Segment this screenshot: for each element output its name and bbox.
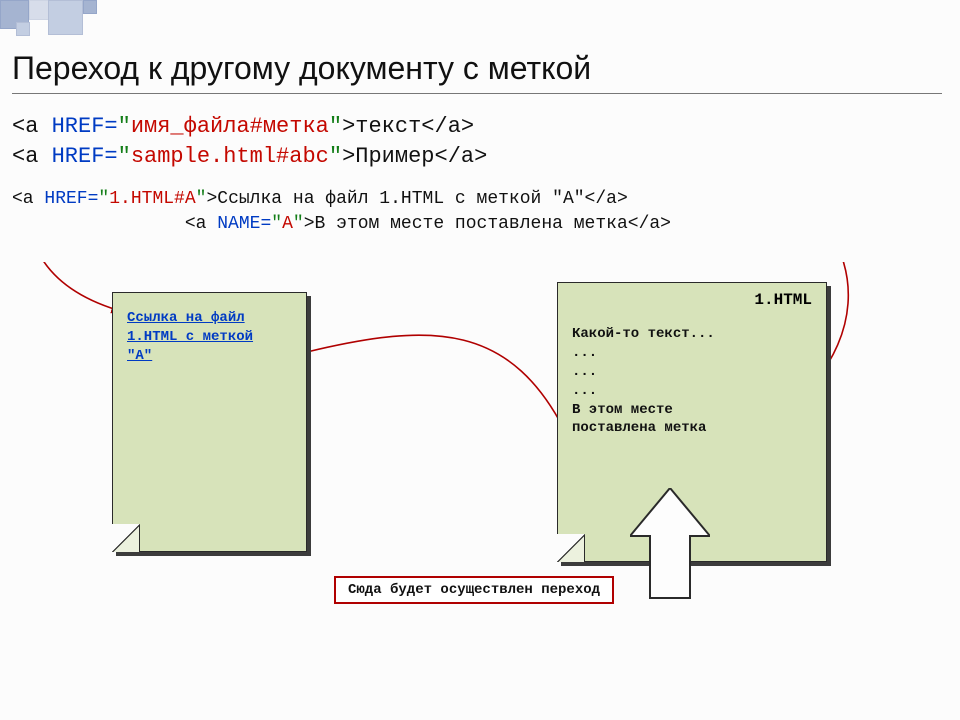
- page-left: Ссылка на файл 1.HTML с меткой "A": [112, 292, 307, 552]
- page-right-body: Какой-то текст... ... ... ... В этом мес…: [558, 309, 826, 448]
- page-fold-icon: [112, 524, 140, 552]
- hyperlink-text[interactable]: Ссылка на файл 1.HTML с меткой "A": [127, 310, 253, 364]
- diagram: Ссылка на файл 1.HTML с меткой "A" 1.HTM…: [12, 262, 942, 642]
- slide-title: Переход к другому документу с меткой: [12, 50, 942, 94]
- example-code: <a HREF="1.HTML#A">Ссылка на файл 1.HTML…: [12, 187, 942, 236]
- up-arrow-icon: [630, 488, 710, 600]
- page-right-title: 1.HTML: [558, 283, 826, 309]
- slide-content: Переход к другому документу с меткой <a …: [12, 50, 942, 642]
- slide-decoration: [0, 0, 180, 38]
- page-fold-icon: [557, 534, 585, 562]
- syntax-code: <a HREF="имя_файла#метка">текст</a> <a H…: [12, 112, 942, 171]
- callout-caption: Сюда будет осуществлен переход: [334, 576, 614, 604]
